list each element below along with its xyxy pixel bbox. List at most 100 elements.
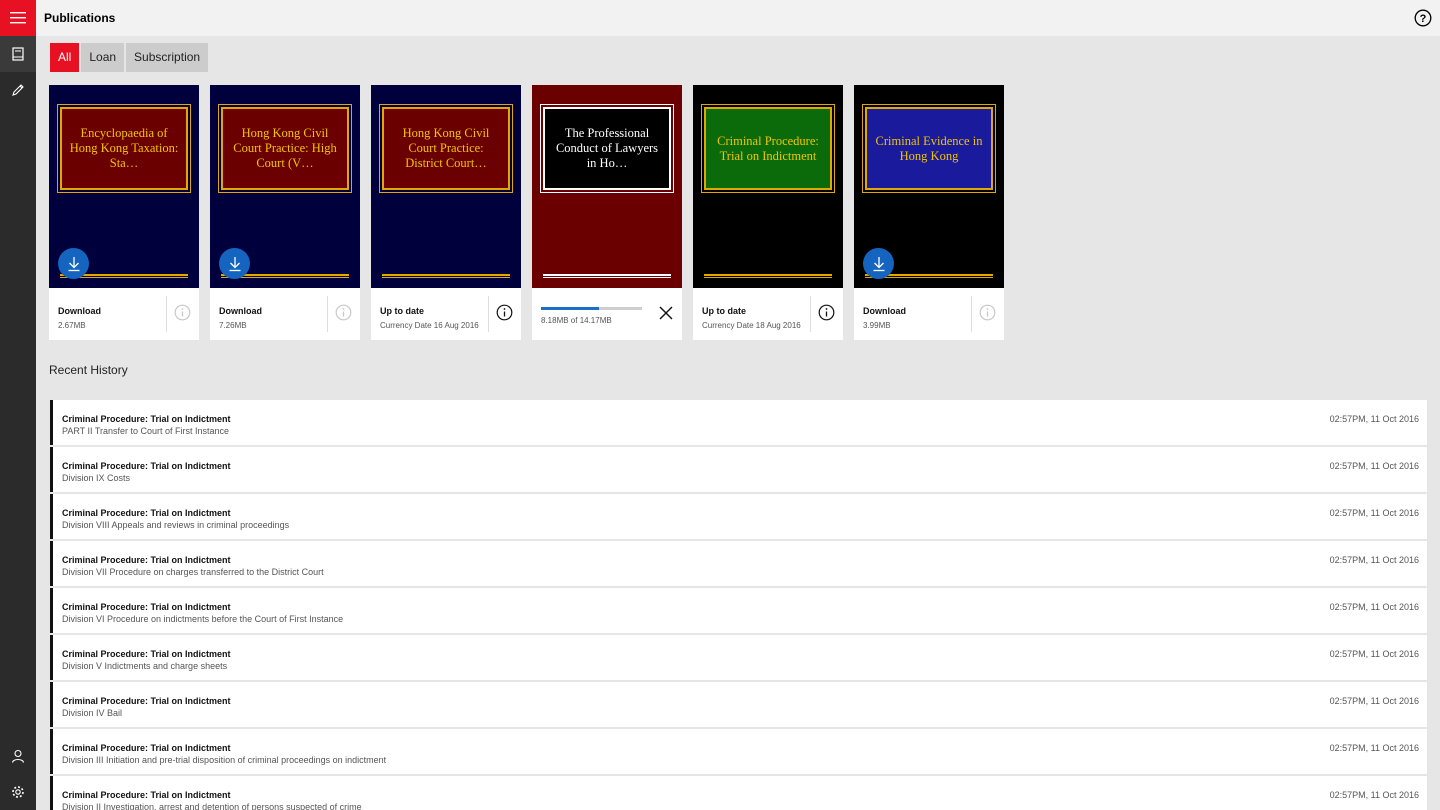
person-icon — [11, 749, 25, 763]
meta-divider — [810, 296, 811, 332]
tab-subscription[interactable]: Subscription — [126, 43, 209, 72]
history-row[interactable]: Criminal Procedure: Trial on Indictment D… — [50, 729, 1427, 774]
info-icon[interactable] — [979, 304, 996, 321]
publication-meta: Download 3.99MB — [854, 288, 1004, 340]
cover-rule — [382, 274, 510, 278]
cover-title-plate: Hong Kong Civil Court Practice: High Cou… — [218, 104, 352, 193]
book-title: Criminal Evidence in Hong Kong — [875, 133, 983, 163]
book-title: Hong Kong Civil Court Practice: High Cou… — [233, 126, 337, 170]
rail-bottom — [0, 738, 36, 810]
book-cover[interactable]: Hong Kong Civil Court Practice: District… — [371, 85, 521, 288]
settings-button[interactable] — [0, 774, 36, 810]
history-title: Criminal Procedure: Trial on Indictment — [62, 790, 231, 800]
info-icon[interactable] — [174, 304, 191, 321]
history-subtitle: PART II Transfer to Court of First Insta… — [62, 426, 230, 436]
publication-status[interactable]: Up to date — [380, 306, 424, 316]
recent-history-list: Criminal Procedure: Trial on Indictment P… — [50, 400, 1427, 810]
download-badge[interactable] — [863, 248, 894, 279]
publication-meta: Up to date Currency Date 16 Aug 2016 — [371, 288, 521, 340]
download-progress-fill — [541, 307, 600, 310]
history-subtitle: Division IX Costs — [62, 473, 131, 483]
nav-rail — [0, 0, 36, 810]
book-title: Hong Kong Civil Court Practice: District… — [402, 126, 490, 170]
meta-divider — [327, 296, 328, 332]
history-subtitle: Division V Indictments and charge sheets — [62, 661, 228, 671]
title-bar: Publications ? — [36, 0, 1440, 36]
pencil-icon — [12, 84, 24, 96]
history-title: Criminal Procedure: Trial on Indictment — [62, 414, 231, 424]
book-cover[interactable]: Encyclopaedia of Hong Kong Taxation: Sta… — [49, 85, 199, 288]
download-badge[interactable] — [219, 248, 250, 279]
tab-all[interactable]: All — [50, 43, 80, 72]
history-timestamp: 02:57PM, 11 Oct 2016 — [1329, 508, 1419, 518]
download-icon — [68, 256, 79, 271]
book-cover[interactable]: Criminal Procedure: Trial on Indictment — [693, 85, 843, 288]
history-row[interactable]: Criminal Procedure: Trial on Indictment D… — [50, 682, 1427, 727]
menu-button[interactable] — [0, 0, 36, 36]
history-subtitle: Division VII Procedure on charges transf… — [62, 567, 324, 577]
publication-status[interactable]: Download — [863, 306, 906, 316]
history-row[interactable]: Criminal Procedure: Trial on Indictment D… — [50, 635, 1427, 680]
download-badge[interactable] — [58, 248, 89, 279]
history-timestamp: 02:57PM, 11 Oct 2016 — [1329, 461, 1419, 471]
notes-nav-button[interactable] — [0, 72, 36, 108]
book-cover[interactable]: The Professional Conduct of Lawyers in H… — [532, 85, 682, 288]
history-row[interactable]: Criminal Procedure: Trial on Indictment D… — [50, 494, 1427, 539]
publication-card[interactable]: Criminal Procedure: Trial on Indictment U… — [693, 85, 843, 340]
history-title: Criminal Procedure: Trial on Indictment — [62, 555, 231, 565]
history-row[interactable]: Criminal Procedure: Trial on Indictment D… — [50, 776, 1427, 810]
download-icon — [873, 256, 884, 271]
history-timestamp: 02:57PM, 11 Oct 2016 — [1329, 696, 1419, 706]
filter-tabs: All Loan Subscription — [50, 43, 209, 72]
history-title: Criminal Procedure: Trial on Indictment — [62, 461, 231, 471]
library-nav-button[interactable] — [0, 36, 36, 72]
book-icon — [12, 47, 24, 61]
cover-title-plate: Criminal Evidence in Hong Kong — [862, 104, 996, 193]
publication-card[interactable]: Hong Kong Civil Court Practice: District… — [371, 85, 521, 340]
history-subtitle: Division VIII Appeals and reviews in cri… — [62, 520, 290, 530]
publication-status[interactable]: Download — [58, 306, 101, 316]
history-subtitle: Division VI Procedure on indictments bef… — [62, 614, 344, 624]
history-title: Criminal Procedure: Trial on Indictment — [62, 508, 231, 518]
publication-status[interactable]: Download — [219, 306, 262, 316]
gear-icon — [12, 786, 24, 798]
history-title: Criminal Procedure: Trial on Indictment — [62, 696, 231, 706]
cover-rule — [704, 274, 832, 278]
publication-detail: Currency Date 16 Aug 2016 — [380, 321, 479, 330]
meta-divider — [971, 296, 972, 332]
meta-divider — [488, 296, 489, 332]
history-timestamp: 02:57PM, 11 Oct 2016 — [1329, 414, 1419, 424]
cancel-download-icon[interactable] — [659, 306, 673, 320]
publication-meta: Up to date Currency Date 18 Aug 2016 — [693, 288, 843, 340]
history-row[interactable]: Criminal Procedure: Trial on Indictment D… — [50, 541, 1427, 586]
history-timestamp: 02:57PM, 11 Oct 2016 — [1329, 649, 1419, 659]
history-subtitle: Division IV Bail — [62, 708, 123, 718]
help-icon[interactable]: ? — [1414, 9, 1432, 27]
book-title: The Professional Conduct of Lawyers in H… — [555, 126, 659, 170]
history-row[interactable]: Criminal Procedure: Trial on Indictment P… — [50, 400, 1427, 445]
publication-detail: 2.67MB — [58, 321, 86, 330]
info-icon[interactable] — [335, 304, 352, 321]
info-icon[interactable] — [818, 304, 835, 321]
svg-text:?: ? — [1420, 13, 1427, 25]
download-progress-text: 8.18MB of 14.17MB — [541, 316, 612, 325]
publication-meta: Download 2.67MB — [49, 288, 199, 340]
publication-card[interactable]: Encyclopaedia of Hong Kong Taxation: Sta… — [49, 85, 199, 340]
history-title: Criminal Procedure: Trial on Indictment — [62, 649, 231, 659]
history-subtitle: Division III Initiation and pre-trial di… — [62, 755, 387, 765]
publication-card[interactable]: The Professional Conduct of Lawyers in H… — [532, 85, 682, 340]
book-cover[interactable]: Hong Kong Civil Court Practice: High Cou… — [210, 85, 360, 288]
publication-status[interactable]: Up to date — [702, 306, 746, 316]
publication-card[interactable]: Hong Kong Civil Court Practice: High Cou… — [210, 85, 360, 340]
tab-loan[interactable]: Loan — [81, 43, 125, 72]
publication-card[interactable]: Criminal Evidence in Hong Kong Download 3.… — [854, 85, 1004, 340]
history-timestamp: 02:57PM, 11 Oct 2016 — [1329, 555, 1419, 565]
publication-detail: 3.99MB — [863, 321, 891, 330]
account-button[interactable] — [0, 738, 36, 774]
history-timestamp: 02:57PM, 11 Oct 2016 — [1329, 790, 1419, 800]
cover-title-plate: Hong Kong Civil Court Practice: District… — [379, 104, 513, 193]
info-icon[interactable] — [496, 304, 513, 321]
history-row[interactable]: Criminal Procedure: Trial on Indictment D… — [50, 588, 1427, 633]
book-cover[interactable]: Criminal Evidence in Hong Kong — [854, 85, 1004, 288]
history-row[interactable]: Criminal Procedure: Trial on Indictment D… — [50, 447, 1427, 492]
